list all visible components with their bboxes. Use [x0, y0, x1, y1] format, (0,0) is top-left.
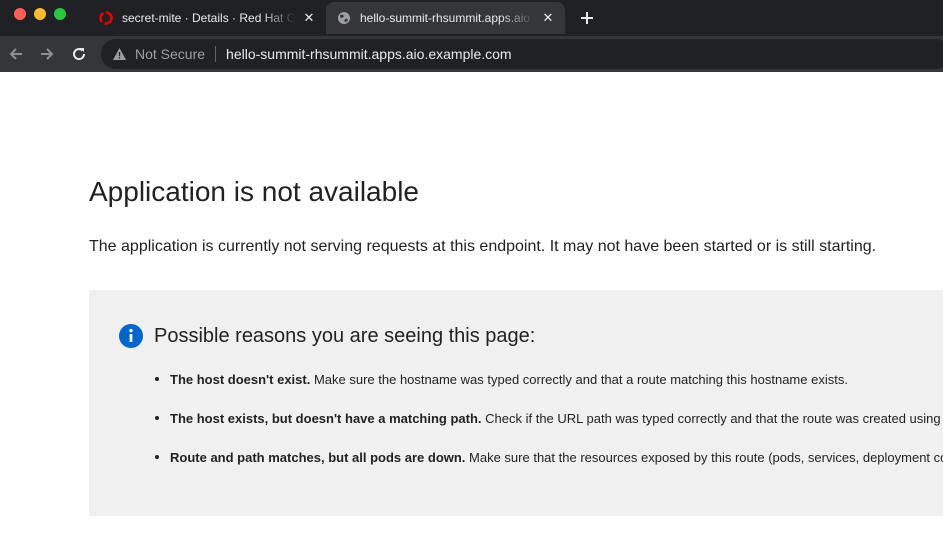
reason-heading: The host doesn't exist.	[170, 372, 311, 387]
bullet	[155, 377, 159, 381]
new-tab-button[interactable]	[577, 8, 597, 28]
arrow-left-icon	[9, 48, 22, 60]
info-icon	[119, 324, 143, 348]
list-item: The host exists, but doesn't have a matc…	[155, 411, 943, 450]
reasons-title: Possible reasons you are seeing this pag…	[154, 325, 536, 347]
reasons-list: The host doesn't exist. Make sure the ho…	[155, 372, 943, 489]
close-tab-icon[interactable]: ✕	[539, 9, 557, 27]
page-content: Application is not available The applica…	[0, 72, 943, 545]
reason-heading: Route and path matches, but all pods are…	[170, 450, 466, 465]
reason-text: Make sure that the resources exposed by …	[469, 450, 943, 465]
address-divider	[215, 46, 217, 62]
arrow-right-icon	[41, 48, 54, 60]
tab-strip: secret-mite · Details · Red Hat OpenShif…	[0, 0, 943, 36]
reason-text: Check if the URL path was typed correctl…	[485, 411, 943, 426]
reason-heading: The host exists, but doesn't have a matc…	[170, 411, 482, 426]
reason-text: Make sure the hostname was typed correct…	[310, 372, 848, 387]
bullet	[155, 455, 159, 459]
page-title: Application is not available	[89, 176, 419, 207]
address-bar[interactable]: Not Secure hello-summit-rhsummit.apps.ai…	[101, 39, 943, 69]
close-window-button[interactable]	[14, 8, 26, 20]
tab-title: secret-mite · Details · Red Hat OpenShif…	[122, 11, 296, 25]
close-tab-icon[interactable]: ✕	[300, 9, 318, 27]
forward-button[interactable]	[37, 44, 57, 64]
zoom-window-button[interactable]	[54, 8, 66, 20]
browser-toolbar: Not Secure hello-summit-rhsummit.apps.ai…	[0, 36, 943, 72]
back-button[interactable]	[6, 44, 26, 64]
security-status-label[interactable]: Not Secure	[135, 46, 205, 62]
openshift-icon	[98, 10, 114, 26]
minimize-window-button[interactable]	[34, 8, 46, 20]
warning-icon[interactable]	[111, 46, 127, 62]
tab-title: hello-summit-rhsummit.apps.aio.example.c…	[360, 11, 535, 25]
tab-hello-summit[interactable]: hello-summit-rhsummit.apps.aio.example.c…	[326, 2, 565, 34]
globe-icon	[336, 10, 352, 26]
reload-button[interactable]	[69, 44, 89, 64]
tab-openshift-details[interactable]: secret-mite · Details · Red Hat OpenShif…	[88, 2, 326, 34]
url-text[interactable]: hello-summit-rhsummit.apps.aio.example.c…	[226, 46, 512, 62]
plus-icon	[581, 12, 593, 24]
reload-icon	[73, 48, 86, 61]
page-description: The application is currently not serving…	[89, 238, 877, 255]
list-item: The host doesn't exist. Make sure the ho…	[155, 372, 943, 411]
bullet	[155, 416, 159, 420]
reasons-panel: Possible reasons you are seeing this pag…	[89, 290, 943, 516]
list-item: Route and path matches, but all pods are…	[155, 450, 943, 489]
